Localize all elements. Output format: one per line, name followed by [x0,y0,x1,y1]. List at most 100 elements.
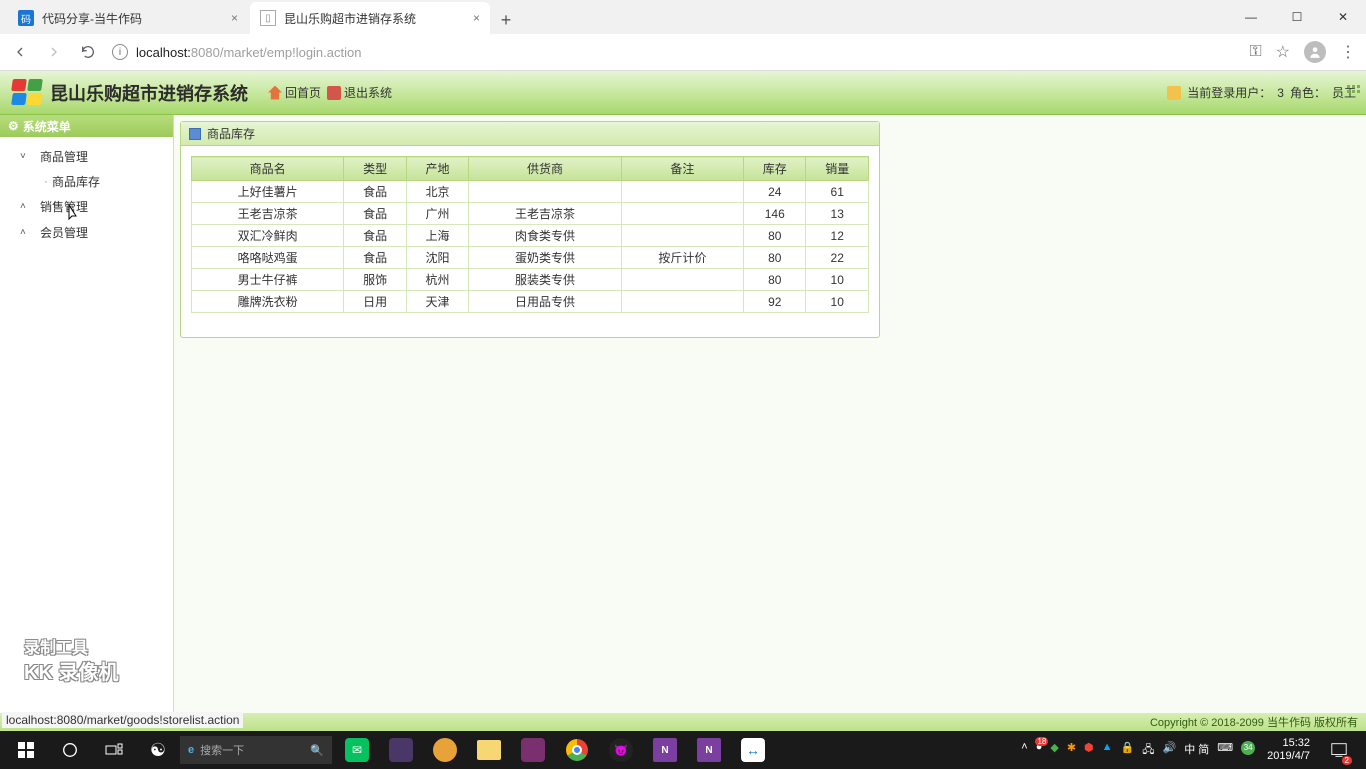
content-area: 商品库存 商品名类型产地供货商备注库存销量 上好佳薯片食品北京2461王老吉凉茶… [174,115,1366,713]
url-host: localhost: [136,45,191,60]
table-header: 库存 [744,157,806,181]
tray-icon[interactable]: ▲ [1102,741,1113,760]
app-icon-4[interactable]: 😈 [600,731,642,769]
wechat-icon[interactable]: ✉ [336,731,378,769]
notifications-button[interactable]: 2 [1322,731,1356,769]
tab-inactive[interactable]: 码 代码分享-当牛作码 × [8,2,248,34]
yinyang-icon[interactable]: ☯ [136,731,180,769]
table-cell: 80 [744,225,806,247]
table-cell [621,181,743,203]
close-window-button[interactable]: ✕ [1320,0,1366,34]
taskview-button[interactable] [92,731,136,769]
close-icon[interactable]: × [473,11,480,25]
table-cell: 服饰 [344,269,406,291]
tray-icon[interactable]: ⬢ [1084,741,1094,760]
table-cell: 食品 [344,225,406,247]
volume-icon[interactable]: 🔊 [1163,741,1177,760]
table-cell: 上好佳薯片 [192,181,344,203]
logout-label: 退出系统 [344,84,392,101]
sidebar-item-members[interactable]: ˄ 会员管理 [0,219,173,245]
taskbar: ☯ e 搜索一下 🔍 ✉ 😈 N N ↔ ˄ ●18 ◆ ✱ ⬢ ▲ 🔒 🖧 🔊… [0,731,1366,769]
menu-icon[interactable]: ⋮ [1340,42,1356,62]
sidebar-item-goods[interactable]: ˅ 商品管理 [0,143,173,169]
gear-icon: ⚙ [8,119,19,133]
app-icon-2[interactable] [424,731,466,769]
table-cell: 蛋奶类专供 [469,247,621,269]
app-icon-1[interactable] [380,731,422,769]
onenote2-icon[interactable]: N [688,731,730,769]
table-row[interactable]: 王老吉凉茶食品广州王老吉凉茶14613 [192,203,869,225]
table-cell: 天津 [406,291,468,313]
address-bar: i localhost:8080/market/emp!login.action… [0,34,1366,70]
close-icon[interactable]: × [231,11,238,25]
key-icon[interactable]: ⚿ [1249,43,1261,61]
back-button[interactable] [10,42,30,62]
star-icon[interactable]: ☆ [1276,42,1290,62]
sidebar-item-stock[interactable]: · 商品库存 [0,169,173,193]
edge-icon: e [188,744,194,756]
ime-indicator[interactable]: 中 简 [1184,741,1209,760]
start-button[interactable] [4,731,48,769]
grip-icon [1347,85,1360,93]
table-cell: 男士牛仔裤 [192,269,344,291]
clock-date: 2019/4/7 [1267,750,1310,763]
status-url: localhost:8080/market/goods!storelist.ac… [2,712,243,728]
clock[interactable]: 15:32 2019/4/7 [1261,737,1316,763]
profile-icon[interactable] [1304,41,1326,63]
table-row[interactable]: 上好佳薯片食品北京2461 [192,181,869,203]
table-cell: 上海 [406,225,468,247]
table-cell: 广州 [406,203,468,225]
logout-icon [327,86,341,100]
table-cell: 咯咯哒鸡蛋 [192,247,344,269]
home-icon [268,86,282,100]
chrome-icon[interactable] [556,731,598,769]
search-placeholder: 搜索一下 [200,742,244,758]
table-cell: 食品 [344,181,406,203]
sidebar-item-sales[interactable]: ˄ 销售管理 [0,193,173,219]
new-tab-button[interactable]: + [492,6,520,34]
onenote-icon[interactable]: N [644,731,686,769]
sidebar-menu: ˅ 商品管理 · 商品库存 ˄ 销售管理 ˄ 会员管理 [0,137,173,251]
app-icon-3[interactable] [512,731,554,769]
chevron-up-icon: ˄ [20,201,32,212]
tab-active[interactable]: ▯ 昆山乐购超市进销存系统 × [250,2,490,34]
table-cell: 食品 [344,203,406,225]
tray-icon[interactable]: ●18 [1036,741,1043,760]
network-icon[interactable]: 🖧 [1142,741,1154,760]
info-icon[interactable]: i [112,44,128,60]
tray-icon[interactable]: ◆ [1050,741,1058,760]
forward-button[interactable] [44,42,64,62]
tray-icon[interactable]: ✱ [1067,741,1076,760]
table-row[interactable]: 双汇冷鲜肉食品上海肉食类专供8012 [192,225,869,247]
tray-icon[interactable]: 🔒 [1121,741,1135,760]
table-cell [621,203,743,225]
teamviewer-icon[interactable]: ↔ [732,731,774,769]
battery-icon[interactable]: 34 [1241,741,1255,755]
table-cell: 王老吉凉茶 [469,203,621,225]
url-path: /market/emp!login.action [220,45,362,60]
reload-button[interactable] [78,42,98,62]
keyboard-icon[interactable]: ⌨ [1217,741,1233,760]
table-row[interactable]: 男士牛仔裤服饰杭州服装类专供8010 [192,269,869,291]
table-cell: 双汇冷鲜肉 [192,225,344,247]
explorer-icon[interactable] [468,731,510,769]
minimize-button[interactable]: — [1228,0,1274,34]
home-link[interactable]: 回首页 [268,84,321,101]
table-cell: 146 [744,203,806,225]
maximize-button[interactable]: ☐ [1274,0,1320,34]
table-cell: 22 [806,247,869,269]
url-port: 8080 [191,45,220,60]
sidebar: ⚙ 系统菜单 ˅ 商品管理 · 商品库存 ˄ 销售管理 ˄ 会员管理 [0,115,174,713]
table-cell: 肉食类专供 [469,225,621,247]
table-row[interactable]: 咯咯哒鸡蛋食品沈阳蛋奶类专供按斤计价8022 [192,247,869,269]
table-header: 产地 [406,157,468,181]
table-row[interactable]: 雕牌洗衣粉日用天津日用品专供9210 [192,291,869,313]
cortana-button[interactable] [48,731,92,769]
table-cell [469,181,621,203]
tray-up-icon[interactable]: ˄ [1021,741,1027,760]
url-input[interactable]: i localhost:8080/market/emp!login.action [112,44,1235,60]
table-cell: 食品 [344,247,406,269]
table-cell: 沈阳 [406,247,468,269]
logout-link[interactable]: 退出系统 [327,84,392,101]
taskbar-search[interactable]: e 搜索一下 🔍 [180,736,332,764]
